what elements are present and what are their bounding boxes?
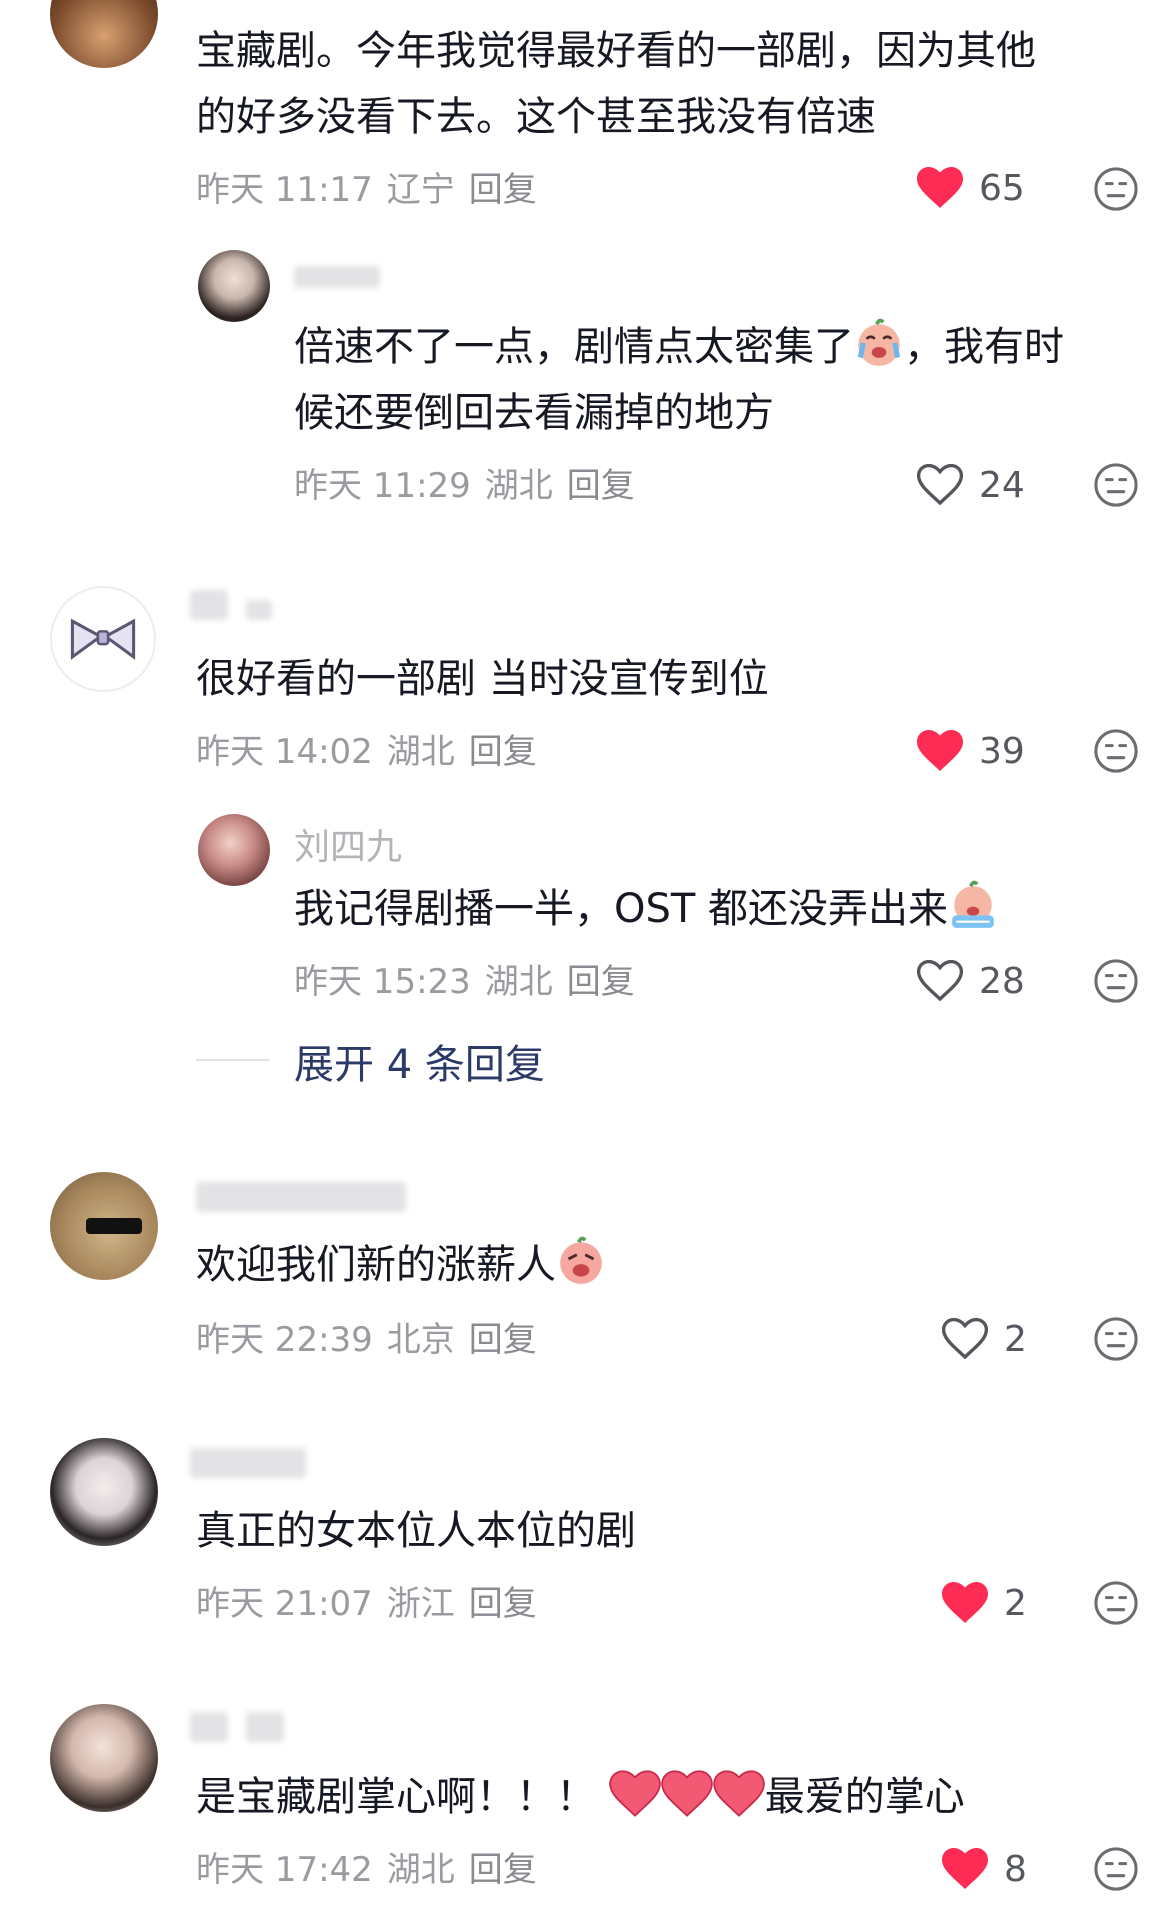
comment-text: 宝藏剧。今年我觉得最好看的一部剧，因为其他: [196, 28, 1036, 74]
like-count: 65: [979, 167, 1025, 209]
like-count: 2: [1004, 1582, 1027, 1624]
heart-icon: [917, 167, 963, 208]
comment-time: 昨天 14:02: [196, 732, 373, 772]
dislike-face-icon[interactable]: [1093, 462, 1139, 508]
dislike-face-icon[interactable]: [1093, 1316, 1139, 1362]
comment-text: 欢迎我们新的涨薪人: [196, 1232, 606, 1298]
avatar[interactable]: [50, 1172, 158, 1280]
username-blurred: [190, 590, 228, 620]
dislike-face-icon[interactable]: [1093, 728, 1139, 774]
comment-text-part: 我记得剧播一半，OST 都还没弄出来: [294, 886, 949, 932]
reply-button[interactable]: 回复: [567, 962, 635, 1002]
comment-location: 湖北: [484, 466, 553, 506]
username-blurred: [196, 1182, 406, 1212]
dislike-face-icon[interactable]: [1093, 1846, 1139, 1892]
comment-text-part: 倍速不了一点，剧情点太密集了: [294, 324, 854, 370]
username-blurred: [190, 1448, 306, 1478]
comment-text: 候还要倒回去看漏掉的地方: [294, 390, 774, 436]
like-button[interactable]: 24: [915, 460, 1025, 510]
comment-time: 昨天 11:29: [294, 466, 471, 506]
crying-emoji: [857, 318, 901, 366]
username[interactable]: 刘四九: [294, 818, 402, 870]
reply-button[interactable]: 回复: [567, 466, 635, 506]
like-button[interactable]: 39: [915, 726, 1025, 776]
reply-button[interactable]: 回复: [469, 170, 537, 210]
comment-time: 昨天 11:17: [196, 170, 373, 210]
comment-text: 很好看的一部剧 当时没宣传到位: [196, 656, 769, 702]
avatar[interactable]: [50, 1704, 158, 1812]
dislike-face-icon[interactable]: [1093, 958, 1139, 1004]
like-button[interactable]: 28: [915, 956, 1025, 1006]
heart-icon: [917, 730, 963, 771]
avatar[interactable]: [50, 586, 156, 692]
reply-button[interactable]: 回复: [469, 1320, 537, 1360]
like-button[interactable]: 8: [940, 1844, 1027, 1894]
comment-meta: 昨天 14:02 湖北 回复: [196, 724, 551, 773]
comment-time: 昨天 22:39: [196, 1320, 373, 1360]
crying-emoji: [560, 1236, 602, 1284]
crying-emoji: [952, 880, 994, 928]
comment-location: 浙江: [386, 1584, 455, 1624]
like-count: 2: [1004, 1318, 1027, 1360]
like-count: 28: [979, 960, 1025, 1002]
comment-location: 辽宁: [386, 170, 455, 210]
comment-text: 倍速不了一点，剧情点太密集了 ，我有时: [294, 314, 1064, 380]
comment-meta: 昨天 21:07 浙江 回复: [196, 1576, 551, 1625]
like-count: 24: [979, 464, 1025, 506]
like-button[interactable]: 65: [915, 163, 1025, 213]
heart-emoji: [712, 1770, 765, 1817]
dislike-face-icon[interactable]: [1093, 1580, 1139, 1626]
heart-emoji: [660, 1770, 713, 1817]
comment-text-part: 最爱的掌心: [764, 1774, 965, 1820]
comment-time: 昨天 15:23: [294, 962, 471, 1002]
heart-outline-icon: [916, 959, 964, 1002]
heart-outline-icon: [916, 463, 964, 506]
comment-text: 我记得剧播一半，OST 都还没弄出来: [294, 876, 998, 942]
like-count: 39: [979, 730, 1025, 772]
bowtie-avatar: [70, 618, 136, 660]
comment-location: 湖北: [386, 1850, 455, 1890]
like-button[interactable]: 2: [940, 1314, 1027, 1364]
comment-location: 湖北: [386, 732, 455, 772]
comment-text: 是宝藏剧掌心啊！！！ 最爱的掌心: [196, 1764, 965, 1830]
comment-location: 北京: [386, 1320, 455, 1360]
comment-text-part: 欢迎我们新的涨薪人: [196, 1242, 556, 1288]
comment-text: 的好多没看下去。这个甚至我没有倍速: [196, 94, 876, 140]
like-count: 8: [1004, 1848, 1027, 1890]
avatar[interactable]: [50, 0, 158, 68]
comment-text-part: 是宝藏剧掌心啊！！！: [196, 1774, 596, 1820]
comment-location: 湖北: [484, 962, 553, 1002]
reply-button[interactable]: 回复: [469, 1850, 537, 1890]
heart-emoji: [608, 1770, 661, 1817]
username-blurred: [246, 1712, 284, 1742]
heart-icon: [942, 1848, 988, 1889]
username-blurred: [246, 600, 272, 620]
like-button[interactable]: 2: [940, 1578, 1027, 1628]
expand-divider: [196, 1059, 270, 1061]
avatar[interactable]: [50, 1438, 158, 1546]
comment-meta: 昨天 22:39 北京 回复: [196, 1312, 551, 1361]
comment-text-part: ，我有时: [904, 324, 1064, 370]
comment-meta: 昨天 15:23 湖北 回复: [294, 954, 649, 1003]
reply-button[interactable]: 回复: [469, 732, 537, 772]
avatar[interactable]: [198, 814, 270, 886]
comment-time: 昨天 21:07: [196, 1584, 373, 1624]
heart-icon: [942, 1582, 988, 1623]
comment-meta: 昨天 11:29 湖北 回复: [294, 458, 649, 507]
reply-button[interactable]: 回复: [469, 1584, 537, 1624]
comment-meta: 昨天 17:42 湖北 回复: [196, 1842, 551, 1891]
heart-outline-icon: [941, 1317, 989, 1360]
dislike-face-icon[interactable]: [1093, 166, 1139, 212]
expand-replies-button[interactable]: 展开 4 条回复: [294, 1032, 545, 1090]
comment-text: 真正的女本位人本位的剧: [196, 1508, 636, 1554]
comment-time: 昨天 17:42: [196, 1850, 373, 1890]
username-blurred: [294, 266, 380, 288]
avatar[interactable]: [198, 250, 270, 322]
username-blurred: [190, 1712, 228, 1742]
comment-meta: 昨天 11:17 辽宁 回复: [196, 162, 551, 211]
